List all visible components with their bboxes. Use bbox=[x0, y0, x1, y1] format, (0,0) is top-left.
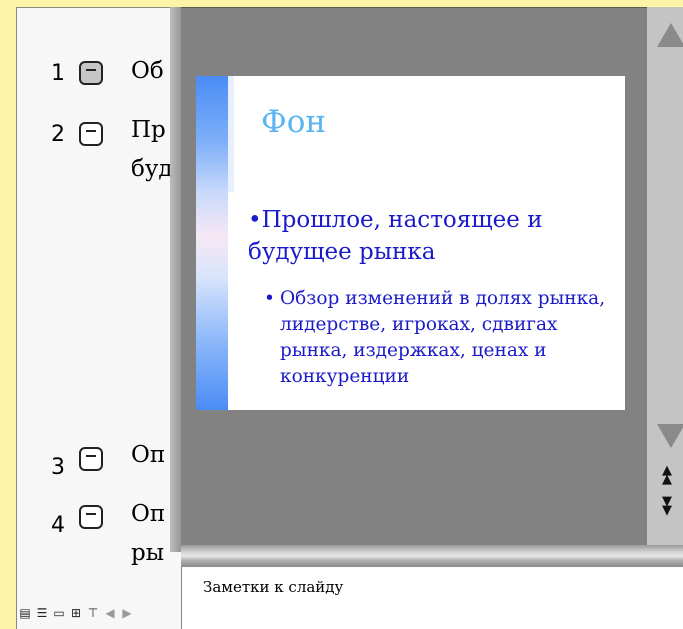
notes-placeholder[interactable]: Заметки к слайду bbox=[203, 578, 343, 596]
view-buttons-bar: ▤ ☰ ▭ ⊞ ⊤ ◀ ▶ bbox=[16, 597, 186, 629]
outline-slide-title[interactable]: Об bbox=[131, 55, 164, 87]
slide-bullet-level1[interactable]: •Прошлое, настоящее и будущее рынка bbox=[248, 204, 618, 268]
slide-icon[interactable] bbox=[79, 505, 103, 529]
vertical-scrollbar[interactable]: ▲ ▲ ▼ ▼ bbox=[647, 7, 683, 545]
outline-slide-title[interactable]: Пр bbox=[131, 114, 166, 146]
notes-splitter[interactable] bbox=[181, 545, 683, 567]
slide-bullet-level2[interactable]: • Обзор изменений в долях рынка, лидерст… bbox=[264, 286, 615, 390]
slide-sorter-icon[interactable]: ⊞ bbox=[69, 606, 83, 620]
outline-slide-number: 4 bbox=[51, 513, 65, 538]
outline-slide-subtext[interactable]: ры bbox=[131, 537, 164, 569]
slide-icon[interactable] bbox=[79, 447, 103, 471]
scroll-down-icon[interactable] bbox=[657, 424, 683, 448]
scroll-up-icon[interactable] bbox=[657, 23, 683, 47]
normal-view-icon[interactable]: ▤ bbox=[18, 606, 32, 620]
bullet-marker: • bbox=[264, 288, 275, 309]
outline-pane[interactable]: 1 Об 2 Пр буд 3 Оп 4 Оп ры bbox=[16, 7, 185, 598]
outline-slide-subtext[interactable]: буд bbox=[131, 153, 173, 185]
outline-slide-number: 1 bbox=[51, 61, 65, 86]
scroll-left-icon[interactable]: ◀ bbox=[103, 606, 117, 620]
outline-slide-title[interactable]: Оп bbox=[131, 498, 165, 530]
slide-canvas[interactable]: Фон •Прошлое, настоящее и будущее рынка … bbox=[196, 76, 625, 410]
outline-slide-number: 2 bbox=[51, 122, 65, 147]
slide-view-icon[interactable]: ▭ bbox=[52, 606, 66, 620]
slide-decoration-stripe bbox=[196, 76, 228, 410]
outline-slide-number: 3 bbox=[51, 455, 65, 480]
scroll-right-icon[interactable]: ▶ bbox=[120, 606, 134, 620]
slideshow-icon[interactable]: ⊤ bbox=[86, 606, 100, 620]
slide-title[interactable]: Фон bbox=[261, 104, 326, 140]
next-slide-icon[interactable]: ▼ ▼ bbox=[658, 495, 676, 529]
outline-view-icon[interactable]: ☰ bbox=[35, 606, 49, 620]
slide-icon[interactable] bbox=[79, 61, 103, 85]
slide-decoration-stripe-light bbox=[228, 76, 234, 192]
notes-pane[interactable]: Заметки к слайду bbox=[181, 567, 683, 629]
slide-icon[interactable] bbox=[79, 122, 103, 146]
slide-bullet-level2-text[interactable]: Обзор изменений в долях рынка, лидерстве… bbox=[280, 288, 605, 387]
outline-slide-title[interactable]: Оп bbox=[131, 439, 165, 471]
